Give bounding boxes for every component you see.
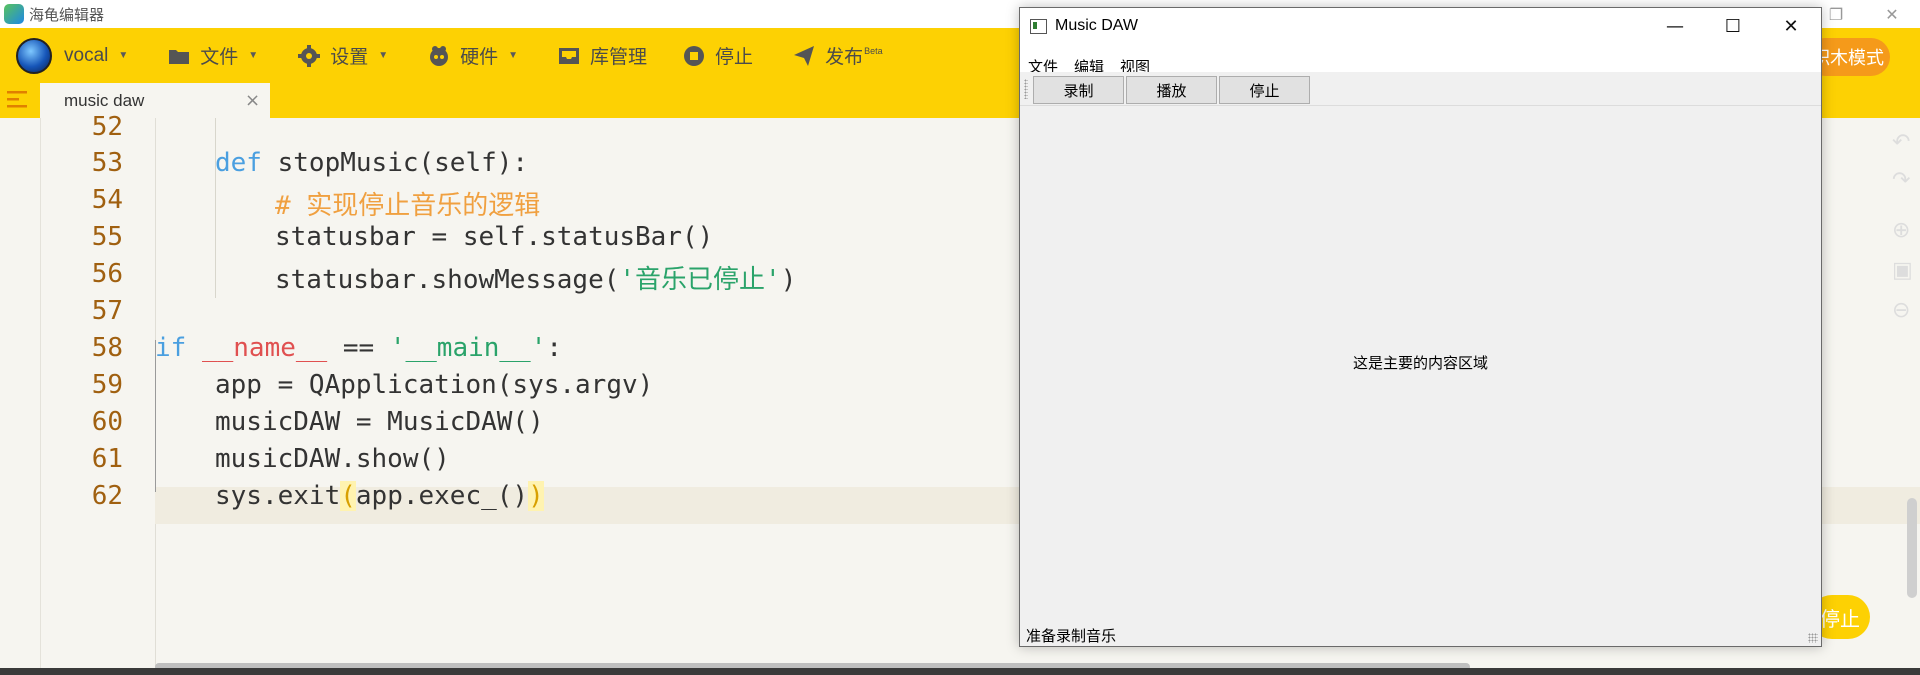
code-line-61: musicDAW.show() [215,444,450,474]
beta-badge: Beta [864,45,883,56]
stop-button[interactable]: 停止 [1219,76,1310,104]
hardware-icon [428,45,450,67]
line-number: 53 [91,148,123,178]
code-line-53: def stopMusic(self): [215,148,528,178]
keyword: if [155,333,187,363]
play-button[interactable]: 播放 [1126,76,1217,104]
chevron-down-icon: ▼ [378,50,389,61]
content-label: 这是主要的内容区域 [1352,353,1488,372]
dunder-name: __name__ [201,333,328,363]
bottom-bar [0,668,1920,675]
code-text: app.exec_() [355,481,529,511]
mode-label: vocal [64,44,109,66]
daw-titlebar[interactable]: Music DAW — ☐ ✕ [1020,8,1821,45]
hamburger-menu-icon[interactable] [6,89,30,113]
line-number: 62 [91,481,123,511]
close-icon[interactable]: ✕ [1762,8,1820,45]
line-number: 60 [91,407,123,437]
daw-content-area: 这是主要的内容区域 [1020,105,1821,619]
line-number: 55 [91,222,123,252]
resize-grip[interactable] [1808,633,1818,643]
zoom-in-icon[interactable]: ⊕ [1892,218,1916,243]
tab-music-daw[interactable]: music daw × [40,83,270,118]
inbox-icon [558,45,580,67]
indent-guide [215,118,216,298]
chevron-down-icon: ▼ [248,50,259,61]
code-line-56: statusbar.showMessage('音乐已停止') [275,259,796,296]
line-number: 61 [91,444,123,474]
publish-button[interactable]: 发布 Beta [793,42,883,69]
bracket-match: ( [340,481,356,511]
left-gutter [0,118,41,668]
chevron-down-icon: ▼ [508,50,519,61]
daw-toolbar: 录制 播放 停止 [1020,72,1821,106]
code-text: statusbar.showMessage( [275,265,620,295]
daw-statusbar-message: 准备录制音乐 [1026,627,1117,645]
operator: == [327,333,390,363]
code-line-59: app = QApplication(sys.argv) [215,370,654,400]
code-text: ) [780,265,797,295]
settings-menu-button[interactable]: 设置 ▼ [298,42,388,69]
daw-window-title: Music DAW [1055,17,1138,34]
code-text: sys.exit [215,481,341,511]
globe-icon[interactable] [16,37,52,74]
stop-icon [683,45,705,67]
stop-toolbar-label: 停止 [715,47,754,68]
record-button[interactable]: 录制 [1033,76,1124,104]
redo-icon[interactable]: ↷ [1892,168,1916,193]
mode-selector[interactable]: vocal ▼ [64,45,128,67]
line-number: 58 [91,333,123,363]
hardware-menu-label: 硬件 [460,47,499,68]
app-window-controls: ❐ ✕ [1808,0,1920,28]
close-icon[interactable]: × [245,90,260,111]
string-literal: '音乐已停止' [619,265,781,295]
code-line-58: if __name__ == '__main__': [155,333,562,363]
code-line-60: musicDAW = MusicDAW() [215,407,544,437]
code-line-55: statusbar = self.statusBar() [275,222,714,252]
file-menu-label: 文件 [200,47,239,68]
tab-label: music daw [64,91,145,110]
library-label: 库管理 [590,47,648,68]
code-line-54: # 实现停止音乐的逻辑 [275,191,541,221]
maximize-icon[interactable]: ☐ [1704,8,1762,45]
zoom-out-icon[interactable]: ⊖ [1892,298,1916,323]
music-daw-window: Music DAW — ☐ ✕ 文件 编辑 视图 录制 播放 停止 这是主要的内… [1019,7,1822,647]
toolbar-grip[interactable] [1024,79,1028,99]
chevron-down-icon: ▼ [118,50,129,61]
line-number: 54 [91,185,123,215]
publish-label: 发布 [825,47,864,68]
line-number: 57 [91,296,123,326]
reset-zoom-icon[interactable]: ▣ [1892,258,1916,283]
line-number: 59 [91,370,123,400]
code-line-62: sys.exit(app.exec_()) [215,481,544,511]
file-menu-button[interactable]: 文件 ▼ [168,42,258,69]
gear-icon [298,44,321,67]
line-numbers: 52 53 54 55 56 57 58 59 60 61 62 [40,112,156,668]
line-number: 52 [91,112,123,142]
keyword: def [215,148,262,178]
library-button[interactable]: 库管理 [558,42,647,69]
folder-icon [168,45,190,67]
window-app-icon [1030,19,1047,34]
undo-icon[interactable]: ↶ [1892,130,1916,155]
string-literal: '__main__' [389,333,547,363]
bracket-match: ) [528,481,544,511]
vertical-scrollbar[interactable] [1907,498,1917,598]
minimize-icon[interactable]: — [1646,8,1704,45]
code-text: stopMusic(self): [261,148,529,178]
app-title: 海龟编辑器 [29,6,105,24]
hardware-menu-button[interactable]: 硬件 ▼ [428,42,518,69]
app-logo-icon [4,4,24,24]
stop-toolbar-button[interactable]: 停止 [683,42,753,69]
close-icon[interactable]: ✕ [1864,0,1920,28]
settings-menu-label: 设置 [330,47,369,68]
line-number: 56 [91,259,123,289]
code-text: : [546,333,563,363]
paper-plane-icon [793,45,815,67]
